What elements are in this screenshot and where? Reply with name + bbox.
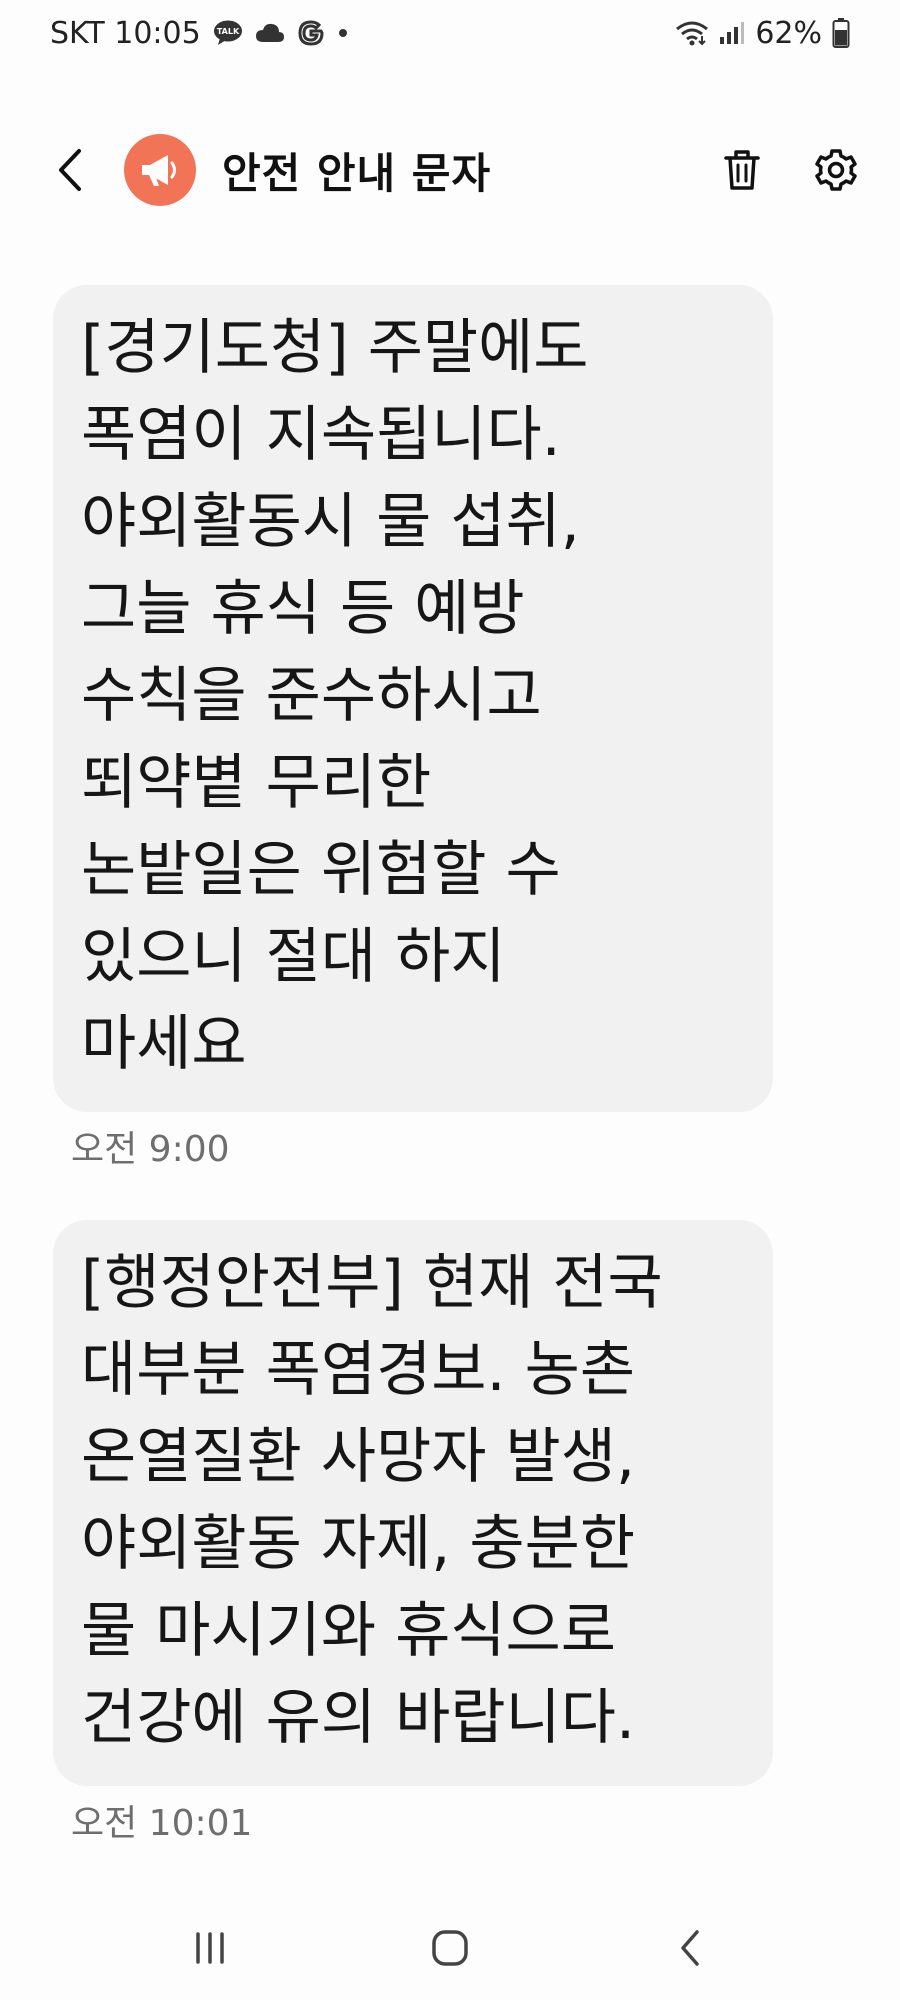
carrier-time: SKT 10:05 — [50, 15, 201, 51]
back-icon — [681, 1930, 699, 1966]
avatar[interactable] — [124, 134, 196, 206]
conversation-header: 안전 안내 문자 — [0, 120, 900, 220]
trash-icon — [724, 150, 760, 190]
back-button[interactable] — [50, 140, 90, 200]
settings-icon — [815, 149, 857, 191]
back-arrow-icon — [59, 149, 81, 191]
talk-icon: TALK — [213, 20, 243, 46]
message-bubble[interactable]: [경기도청] 주말에도 폭염이 지속됩니다. 야외활동시 물 섭취, 그늘 휴식… — [53, 285, 773, 1112]
google-icon — [297, 19, 325, 47]
dot-icon — [337, 27, 349, 39]
recent-apps-button[interactable] — [165, 1908, 255, 1988]
nav-back-button[interactable] — [645, 1908, 735, 1988]
wifi-icon — [675, 20, 709, 46]
message-timestamp: 오전 9:00 — [71, 1129, 230, 1170]
message-timestamp: 오전 10:01 — [71, 1803, 253, 1844]
navigation-bar — [0, 1896, 900, 2000]
message-text: [행정안전부] 현재 전국 대부분 폭염경보. 농촌 온열질환 사망자 발생, … — [81, 1248, 663, 1753]
message-list: [경기도청] 주말에도 폭염이 지속됩니다. 야외활동시 물 섭취, 그늘 휴식… — [53, 285, 773, 1844]
cloud-icon — [255, 22, 285, 44]
message-text: [경기도청] 주말에도 폭염이 지속됩니다. 야외활동시 물 섭취, 그늘 휴식… — [81, 313, 589, 1079]
status-bar: SKT 10:05 TALK 62% — [0, 0, 900, 66]
status-left: SKT 10:05 TALK — [50, 16, 349, 51]
message-bubble[interactable]: [행정안전부] 현재 전국 대부분 폭염경보. 농촌 온열질환 사망자 발생, … — [53, 1220, 773, 1786]
megaphone-icon — [142, 155, 176, 186]
status-right: 62% — [675, 16, 850, 51]
svg-text:TALK: TALK — [217, 27, 240, 36]
battery-percent: 62% — [755, 15, 822, 51]
delete-button[interactable] — [718, 146, 766, 194]
home-icon — [432, 1930, 468, 1966]
signal-icon — [719, 21, 745, 45]
settings-button[interactable] — [812, 146, 860, 194]
battery-icon — [832, 18, 850, 48]
recent-apps-icon — [196, 1932, 224, 1964]
conversation-title: 안전 안내 문자 — [222, 148, 492, 198]
header-actions — [718, 146, 860, 194]
home-button[interactable] — [405, 1908, 495, 1988]
